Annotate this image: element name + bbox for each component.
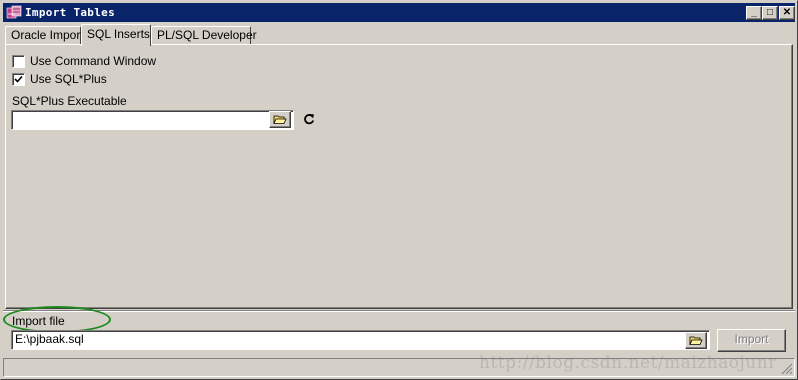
use-sqlplus-label: Use SQL*Plus [30,72,107,86]
use-command-window-option[interactable]: Use Command Window [12,53,156,69]
watermark-text: http://blog.csdn.net/maizhaojunr [479,353,777,373]
use-sqlplus-option[interactable]: Use SQL*Plus [12,71,107,87]
maximize-icon: □ [766,7,774,18]
sqlplus-executable-label: SQL*Plus Executable [12,94,127,108]
minimize-button[interactable]: _ [746,6,762,20]
maximize-button[interactable]: □ [762,6,778,20]
close-button[interactable]: ✕ [779,6,795,20]
tab-plsql-developer-label: PL/SQL Developer [157,28,257,42]
import-file-input[interactable]: E:\pjbaak.sql [11,330,710,350]
import-file-value: E:\pjbaak.sql [15,332,84,346]
close-icon: ✕ [782,7,792,18]
tab-sql-inserts-label: SQL Inserts [87,27,150,41]
browse-import-file-button[interactable] [685,332,707,349]
section-divider [3,310,795,312]
minimize-icon: _ [751,7,757,18]
use-command-window-checkbox[interactable] [12,54,25,68]
tab-oracle-import-label: Oracle Import [11,28,84,42]
import-button[interactable]: Import [717,329,786,352]
window-title: Import Tables [25,6,115,19]
title-bar[interactable]: Import Tables _ □ ✕ [3,3,795,22]
tab-sql-inserts[interactable]: SQL Inserts [81,24,151,46]
sql-inserts-panel [5,44,793,309]
sqlplus-executable-input[interactable] [11,110,294,130]
browse-sqlplus-button[interactable] [269,111,291,128]
import-tables-window: Import Tables _ □ ✕ Oracle Import SQL In… [0,0,798,380]
import-button-label: Import [734,332,769,346]
folder-open-icon [273,115,287,124]
app-icon [6,5,22,19]
folder-open-icon [689,336,703,345]
checkmark-icon [14,75,23,83]
import-file-label: Import file [12,314,65,328]
refresh-icon[interactable] [302,112,316,126]
tab-plsql-developer[interactable]: PL/SQL Developer [151,26,257,45]
tab-oracle-import[interactable]: Oracle Import [5,26,84,45]
use-command-window-label: Use Command Window [30,54,157,68]
use-sqlplus-checkbox[interactable] [12,72,25,86]
resize-grip-icon[interactable] [781,363,793,375]
